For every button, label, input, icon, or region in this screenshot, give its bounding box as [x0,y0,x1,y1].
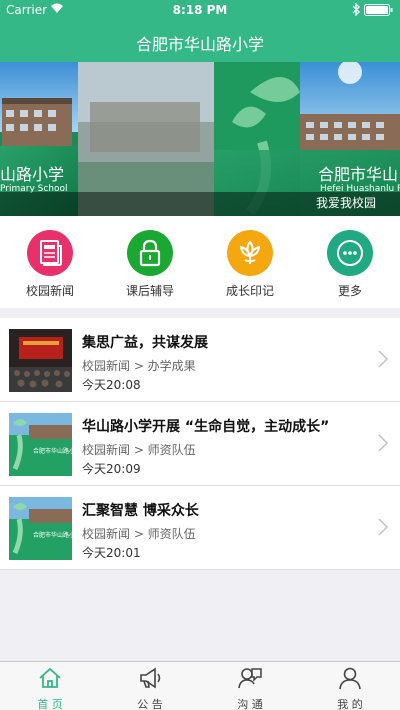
news-thumbnail [9,329,72,392]
news-time: 今天20:09 [82,462,141,476]
news-title: 集思广益，共谋发展 [82,335,208,351]
news-title: 汇聚智慧 博采众长 [82,503,199,519]
newspaper-icon [27,230,73,276]
banner-school-name-right: 合肥市华山 [318,165,399,184]
news-row[interactable]: 合肥市华山路小学 汇聚智慧 博采众长 校园新闻 > 师资队伍 今天20:01 [0,486,400,570]
news-title: 华山路小学开展 “生命自觉，主动成长” [82,419,330,435]
news-category: 校园新闻 > 办学成果 [82,359,196,373]
banner-caption: 我爱我校园 [315,196,376,210]
chevron-right-icon [378,518,389,540]
chevron-right-icon [378,434,389,456]
lock-icon [127,230,173,276]
status-time: 8:18 PM [172,3,228,17]
news-category: 校园新闻 > 师资队伍 [82,443,196,457]
battery-icon [364,4,394,16]
tab-label-home: 首 页 [37,698,63,710]
person-icon [337,667,363,694]
status-bar: Carrier 8:18 PM [0,0,400,20]
tab-bar: 首 页 公 告 沟 通 我 的 [0,661,400,710]
thumbnail-school-name: 合肥市华山路小学 [33,531,72,539]
menu-item-more[interactable]: 更多 [305,230,395,299]
banner-carousel[interactable]: 山路小学 Primary School 合肥市华山 Hefei Huashanl… [0,62,400,216]
menu-label-more: 更多 [337,284,362,298]
tab-label-announcements: 公 告 [137,698,163,710]
news-time: 今天20:08 [82,378,141,392]
home-icon [37,667,63,694]
news-thumbnail: 合肥市华山路小学 [9,413,72,476]
tab-profile[interactable]: 我 的 [310,666,390,710]
news-row[interactable]: 合肥市华山路小学 华山路小学开展 “生命自觉，主动成长” 校园新闻 > 师资队伍… [0,402,400,486]
banner-school-name-left: 山路小学 [0,165,65,184]
chevron-right-icon [378,350,389,372]
news-time: 今天20:01 [82,546,141,560]
more-dots-icon [327,230,373,276]
news-category: 校园新闻 > 师资队伍 [82,527,196,541]
tab-communicate[interactable]: 沟 通 [210,666,290,710]
menu-item-tutoring[interactable]: 课后辅导 [105,230,195,299]
news-row[interactable]: 集思广益，共谋发展 校园新闻 > 办学成果 今天20:08 [0,318,400,402]
tab-announcements[interactable]: 公 告 [110,666,190,710]
news-thumbnail: 合肥市华山路小学 [9,497,72,560]
page-title: 合肥市华山路小学 [135,35,264,54]
lotus-icon [227,230,273,276]
menu-item-campus-news[interactable]: 校园新闻 [5,230,95,299]
tab-label-profile: 我 的 [337,698,363,710]
menu-label-tutoring: 课后辅导 [125,284,174,298]
bluetooth-icon [352,2,360,19]
menu-item-growth-record[interactable]: 成长印记 [205,230,295,299]
navigation-bar: Carrier 8:18 PM 合肥市华山路小学 [0,0,400,62]
thumbnail-school-name: 合肥市华山路小学 [33,447,72,455]
news-list: 集思广益，共谋发展 校园新闻 > 办学成果 今天20:08 合肥市华山路小学 华… [0,318,400,570]
chat-people-icon [237,668,263,694]
menu-label-growth-record: 成长印记 [225,284,274,298]
megaphone-icon [137,667,163,694]
tab-home[interactable]: 首 页 [10,666,90,710]
tab-label-communicate: 沟 通 [237,698,263,710]
quick-menu: 校园新闻 课后辅导 成长印记 更多 [0,216,400,308]
menu-label-campus-news: 校园新闻 [25,284,74,298]
